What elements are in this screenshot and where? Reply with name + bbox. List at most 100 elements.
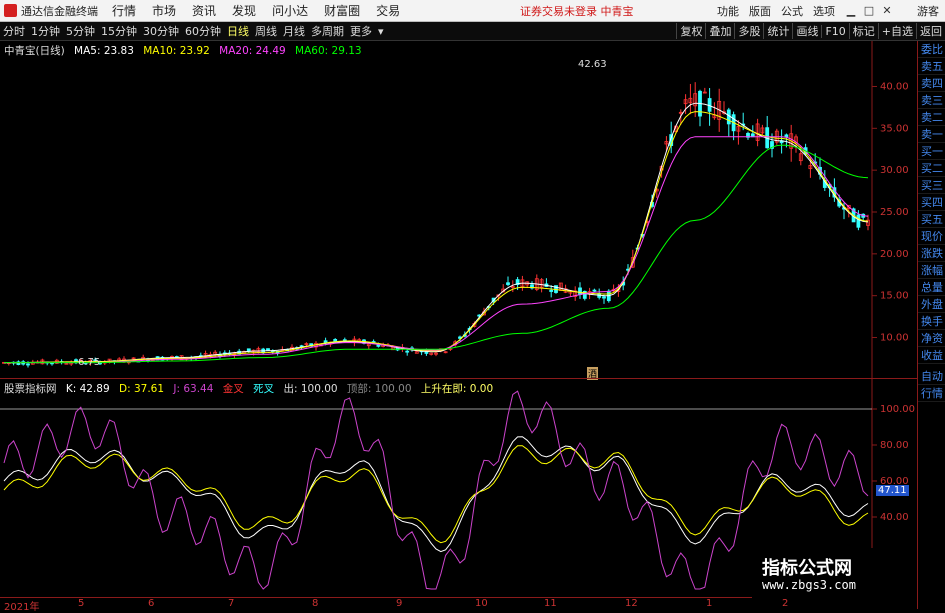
- period-60min[interactable]: 60分钟: [182, 23, 224, 39]
- series-line-ma10: [4, 111, 869, 364]
- candle-body: [506, 282, 510, 285]
- auto-quote-2[interactable]: 行情: [918, 385, 945, 402]
- x-tick: 6: [148, 598, 155, 609]
- period-intraday[interactable]: 分时: [0, 23, 28, 39]
- menu-trade[interactable]: 交易: [376, 2, 400, 19]
- menu-right: 功能 版面 公式 选项 ▁ □ ✕ 游客: [717, 0, 945, 21]
- quote-ask5[interactable]: 卖五: [918, 58, 945, 75]
- d-legend: D: 37.61: [119, 383, 165, 395]
- quote-ask3[interactable]: 卖三: [918, 92, 945, 109]
- menu-options[interactable]: 选项: [813, 3, 835, 19]
- ind-y-tick-label: 40.00: [880, 512, 909, 523]
- tool-overlay[interactable]: 叠加: [705, 23, 734, 39]
- menu-discover[interactable]: 发现: [232, 2, 256, 19]
- tool-mark[interactable]: 标记: [848, 23, 878, 39]
- candle-body: [726, 109, 731, 125]
- watermark-url: www.zbgs3.com: [762, 578, 856, 592]
- ind-y-tick-label: 100.00: [880, 404, 915, 415]
- maximize-icon[interactable]: □: [863, 5, 875, 16]
- price-legend: 中青宝(日线) MA5: 23.83 MA10: 23.92 MA20: 24.…: [4, 43, 368, 58]
- stock-name[interactable]: 中青宝(日线): [4, 45, 65, 57]
- indicator-current-value: 47.11: [876, 485, 909, 496]
- dead-cross-legend: 死叉: [253, 383, 275, 395]
- close-icon[interactable]: ✕: [881, 5, 893, 16]
- quote-bid-ratio[interactable]: 委比: [918, 41, 945, 58]
- period-15min[interactable]: 15分钟: [98, 23, 140, 39]
- x-tick: 8: [312, 598, 319, 609]
- guest-user[interactable]: 游客: [917, 3, 939, 19]
- quote-change-pct[interactable]: 涨幅: [918, 262, 945, 279]
- series-line-k: [3, 436, 869, 553]
- price-chart[interactable]: 10.00 15.00 20.00 25.00 30.00 35.00 40.00: [0, 41, 917, 378]
- quote-ask4[interactable]: 卖四: [918, 75, 945, 92]
- tool-multi[interactable]: 多股: [734, 23, 763, 39]
- auto-quote[interactable]: 自动: [918, 368, 945, 385]
- series-line-ma60: [4, 144, 869, 364]
- rise-legend: 上升在即: 0.00: [420, 383, 494, 395]
- ma60-legend: MA60: 29.13: [295, 45, 362, 57]
- menu-news[interactable]: 资讯: [192, 2, 216, 19]
- minimize-icon[interactable]: ▁: [845, 5, 857, 16]
- menu-ask[interactable]: 问小达: [272, 2, 308, 19]
- period-30min[interactable]: 30分钟: [140, 23, 182, 39]
- tool-draw[interactable]: 画线: [792, 23, 821, 39]
- menu-quotes[interactable]: 行情: [112, 2, 136, 19]
- x-axis: 2021年 5 6 7 8 9 10 11 12 1 2: [0, 597, 917, 613]
- y-tick-label: 15.00: [880, 291, 909, 302]
- tool-stats[interactable]: 统计: [763, 23, 792, 39]
- candle-body: [549, 289, 554, 292]
- quote-ask1[interactable]: 卖一: [918, 126, 945, 143]
- candle-body: [405, 350, 410, 353]
- period-multi[interactable]: 多周期: [308, 23, 347, 39]
- candle-body: [602, 296, 606, 299]
- menu-function[interactable]: 功能: [717, 3, 739, 19]
- period-weekly[interactable]: 周线: [252, 23, 280, 39]
- tool-adjust[interactable]: 复权: [676, 23, 705, 39]
- menu-wealth[interactable]: 财富圈: [324, 2, 360, 19]
- tool-watchlist[interactable]: +自选: [877, 23, 916, 39]
- tool-back[interactable]: 返回: [916, 23, 945, 39]
- candle-body: [26, 363, 30, 366]
- quote-change[interactable]: 涨跌: [918, 245, 945, 262]
- quote-bid4[interactable]: 买四: [918, 194, 945, 211]
- period-5min[interactable]: 5分钟: [63, 23, 98, 39]
- candle-body: [856, 214, 861, 228]
- ma20-legend: MA20: 24.49: [219, 45, 286, 57]
- x-tick: 7: [228, 598, 235, 609]
- app-logo-icon: [4, 4, 17, 17]
- period-monthly[interactable]: 月线: [280, 23, 308, 39]
- candle-body: [266, 348, 270, 351]
- quote-net-assets[interactable]: 净资: [918, 330, 945, 347]
- ma10-legend: MA10: 23.92: [143, 45, 210, 57]
- series-line-ma20: [4, 136, 869, 364]
- price-chart-panel[interactable]: 10.00 15.00 20.00 25.00 30.00 35.00 40.00 中青宝(…: [0, 41, 917, 380]
- quote-volume[interactable]: 总量: [918, 279, 945, 296]
- low-price-label: 6.75: [78, 357, 101, 368]
- indicator-name[interactable]: 股票指标网: [4, 383, 57, 395]
- login-notice[interactable]: 证券交易未登录 中青宝: [520, 3, 634, 19]
- x-tick: 11: [544, 598, 557, 609]
- quote-bid5[interactable]: 买五: [918, 211, 945, 228]
- period-1min[interactable]: 1分钟: [28, 23, 63, 39]
- quote-outer[interactable]: 外盘: [918, 296, 945, 313]
- menu-market[interactable]: 市场: [152, 2, 176, 19]
- series-line-d: [3, 445, 869, 544]
- tool-f10[interactable]: F10: [821, 24, 848, 38]
- chevron-down-icon[interactable]: ▾: [375, 25, 387, 38]
- quote-turnover[interactable]: 换手: [918, 313, 945, 330]
- x-tick: 9: [396, 598, 403, 609]
- y-tick-label: 10.00: [880, 333, 909, 344]
- quote-bid1[interactable]: 买一: [918, 143, 945, 160]
- quote-price[interactable]: 现价: [918, 228, 945, 245]
- quote-bid3[interactable]: 买三: [918, 177, 945, 194]
- period-daily[interactable]: 日线: [224, 23, 252, 39]
- x-tick: 12: [625, 598, 638, 609]
- quote-bid2[interactable]: 买二: [918, 160, 945, 177]
- quote-ask2[interactable]: 卖二: [918, 109, 945, 126]
- menu-layout[interactable]: 版面: [749, 3, 771, 19]
- quote-earnings[interactable]: 收益: [918, 347, 945, 364]
- menu-formula[interactable]: 公式: [781, 3, 803, 19]
- y-tick-label: 35.00: [880, 123, 909, 134]
- out-legend: 出: 100.00: [283, 383, 338, 395]
- period-more[interactable]: 更多: [347, 23, 375, 39]
